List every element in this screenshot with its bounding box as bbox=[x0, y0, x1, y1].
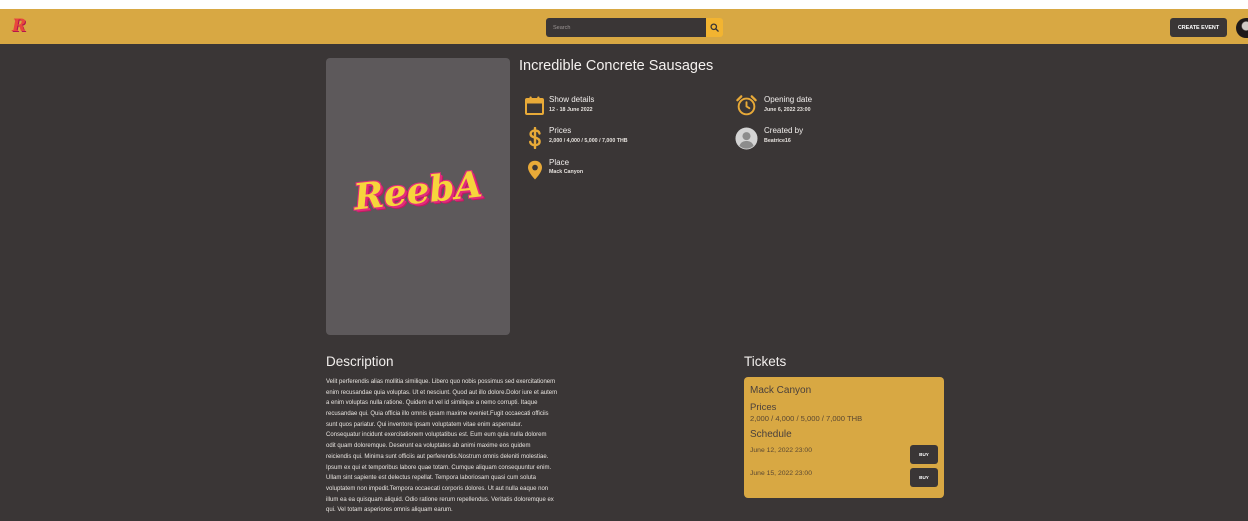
detail-place: Place Mack Canyon bbox=[523, 156, 723, 182]
poster-logo: ReebA bbox=[351, 163, 485, 219]
top-strip bbox=[0, 0, 1248, 9]
event-title: Incredible Concrete Sausages bbox=[519, 58, 714, 74]
description-line: recusandae qui. Quia officia illo omnis … bbox=[326, 411, 549, 418]
description-line: a enim voluptas nulla ratione. Quidem et… bbox=[326, 400, 538, 407]
description-line: Consequatur incidunt exercitationem volu… bbox=[326, 432, 547, 439]
created-by-label: Created by bbox=[764, 126, 804, 135]
description-text: Velit perferendis alias mollitia similiq… bbox=[326, 377, 596, 516]
ticket-schedule-label: Schedule bbox=[750, 429, 792, 440]
description-line: odit quam doloremque. Deserunt ea volupt… bbox=[326, 443, 531, 450]
description-line: Ipsum ex qui et temporibus labore quae t… bbox=[326, 464, 552, 471]
logo[interactable]: R bbox=[12, 16, 30, 36]
description-heading: Description bbox=[326, 354, 394, 369]
schedule-date: June 12, 2022 23:00 bbox=[750, 447, 812, 454]
dollar-icon bbox=[529, 127, 541, 149]
opening-date-value: June 6, 2022 23:00 bbox=[764, 107, 811, 113]
description-line: reiciendis qui. Minima sunt officiis aut… bbox=[326, 453, 549, 460]
show-details-value: 12 - 18 June 2022 bbox=[549, 107, 593, 113]
description-line: enim recusandae quia voluptas. Ut et nes… bbox=[326, 389, 558, 396]
opening-date-label: Opening date bbox=[764, 95, 813, 104]
schedule-row: June 15, 2022 23:00 BUY bbox=[744, 468, 944, 487]
schedule-date: June 15, 2022 23:00 bbox=[750, 470, 812, 477]
ticket-prices-value: 2,000 / 4,000 / 5,000 / 7,000 THB bbox=[750, 414, 863, 423]
search-input[interactable] bbox=[546, 18, 706, 37]
user-avatar-icon bbox=[735, 127, 758, 150]
detail-prices: Prices 2,000 / 4,000 / 5,000 / 7,000 THB bbox=[523, 124, 723, 150]
prices-value: 2,000 / 4,000 / 5,000 / 7,000 THB bbox=[549, 138, 628, 144]
alarm-clock-icon bbox=[736, 95, 757, 116]
description-line: Ullam sint sapiente est delectus repella… bbox=[326, 475, 536, 482]
description-line: sunt quos pariatur. Qui inventore ipsam … bbox=[326, 421, 523, 428]
ticket-prices-label: Prices bbox=[750, 402, 777, 413]
detail-opening-date: Opening date June 6, 2022 23:00 bbox=[735, 93, 935, 119]
calendar-icon bbox=[525, 96, 544, 115]
description-line: voluptatem non impedit.Tempora occaecati… bbox=[326, 485, 549, 492]
description-line: Velit perferendis alias mollitia similiq… bbox=[326, 379, 556, 385]
show-details-label: Show details bbox=[549, 95, 595, 104]
map-pin-icon bbox=[528, 160, 542, 180]
schedule-row: June 12, 2022 23:00 BUY bbox=[744, 445, 944, 464]
place-value: Mack Canyon bbox=[549, 169, 584, 175]
place-label: Place bbox=[549, 158, 570, 167]
created-by-value: Beatrice16 bbox=[764, 138, 791, 144]
detail-show-details: Show details 12 - 18 June 2022 bbox=[523, 93, 723, 119]
prices-label: Prices bbox=[549, 126, 572, 135]
ticket-card: Mack Canyon Prices 2,000 / 4,000 / 5,000… bbox=[744, 377, 944, 498]
ticket-place: Mack Canyon bbox=[750, 385, 812, 396]
event-poster: ReebA bbox=[326, 58, 510, 335]
buy-button[interactable]: BUY bbox=[910, 468, 938, 487]
tickets-heading: Tickets bbox=[744, 354, 787, 369]
description-line: qui. Vel totam asperiores omnis aliquam … bbox=[326, 507, 453, 514]
detail-created-by: Created by Beatrice16 bbox=[735, 124, 935, 150]
search-icon bbox=[710, 23, 719, 32]
create-event-button[interactable]: CREATE EVENT bbox=[1170, 18, 1227, 37]
buy-button[interactable]: BUY bbox=[910, 445, 938, 464]
description-line: illum ea ea quisquam aliquid. Odio ratio… bbox=[326, 496, 554, 503]
search-button[interactable] bbox=[706, 18, 723, 37]
